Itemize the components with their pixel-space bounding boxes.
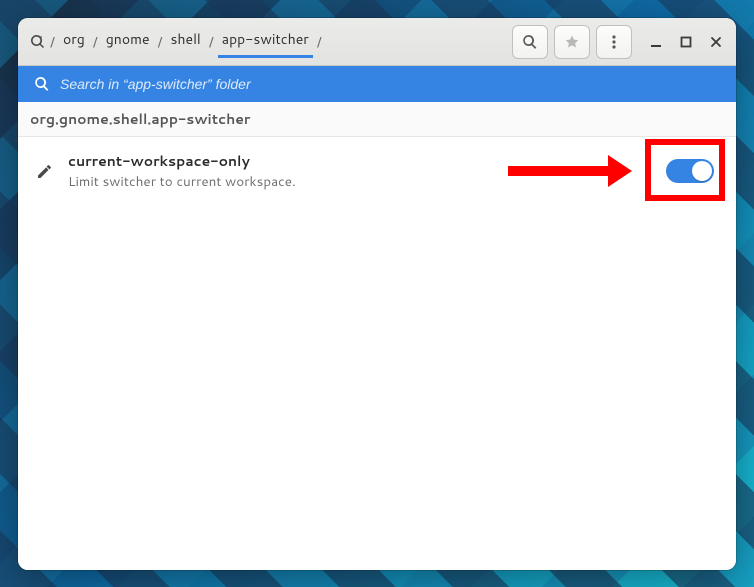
maximize-button[interactable] bbox=[672, 25, 700, 59]
breadcrumb: / org / gnome / shell / app-switcher / bbox=[30, 25, 506, 58]
search-icon bbox=[522, 34, 538, 50]
search-input[interactable] bbox=[60, 76, 720, 92]
schema-path-label: org.gnome.shell.app-switcher bbox=[18, 102, 736, 137]
pencil-icon bbox=[34, 162, 56, 180]
breadcrumb-item-app-switcher[interactable]: app-switcher bbox=[218, 25, 313, 58]
close-icon bbox=[710, 36, 722, 48]
breadcrumb-separator: / bbox=[209, 32, 214, 52]
breadcrumb-separator: / bbox=[317, 32, 322, 52]
breadcrumb-item-gnome[interactable]: gnome bbox=[102, 25, 154, 58]
bookmark-button[interactable] bbox=[554, 25, 590, 59]
setting-texts: current-workspace-only Limit switcher to… bbox=[68, 151, 654, 191]
breadcrumb-separator: / bbox=[50, 32, 55, 52]
search-bar bbox=[18, 66, 736, 102]
minimize-icon bbox=[650, 36, 662, 48]
hamburger-menu-button[interactable] bbox=[596, 25, 632, 59]
dconf-editor-window: / org / gnome / shell / app-switcher / bbox=[18, 18, 736, 570]
kebab-icon bbox=[606, 34, 622, 50]
window-controls bbox=[642, 25, 730, 59]
setting-toggle[interactable] bbox=[666, 159, 714, 183]
setting-key: current-workspace-only bbox=[68, 151, 654, 171]
star-icon bbox=[564, 34, 580, 50]
toggle-knob bbox=[692, 161, 712, 181]
setting-row-current-workspace-only[interactable]: current-workspace-only Limit switcher to… bbox=[28, 145, 726, 197]
minimize-button[interactable] bbox=[642, 25, 670, 59]
breadcrumb-item-shell[interactable]: shell bbox=[166, 25, 204, 58]
maximize-icon bbox=[680, 36, 692, 48]
breadcrumb-item-org[interactable]: org bbox=[59, 25, 89, 58]
search-icon bbox=[34, 76, 50, 92]
close-button[interactable] bbox=[702, 25, 730, 59]
search-button[interactable] bbox=[512, 25, 548, 59]
setting-description: Limit switcher to current workspace. bbox=[68, 172, 654, 191]
breadcrumb-separator: / bbox=[93, 32, 98, 52]
dconf-root-icon[interactable] bbox=[30, 34, 46, 50]
header-bar: / org / gnome / shell / app-switcher / bbox=[18, 18, 736, 66]
settings-list: current-workspace-only Limit switcher to… bbox=[18, 137, 736, 570]
breadcrumb-separator: / bbox=[157, 32, 162, 52]
